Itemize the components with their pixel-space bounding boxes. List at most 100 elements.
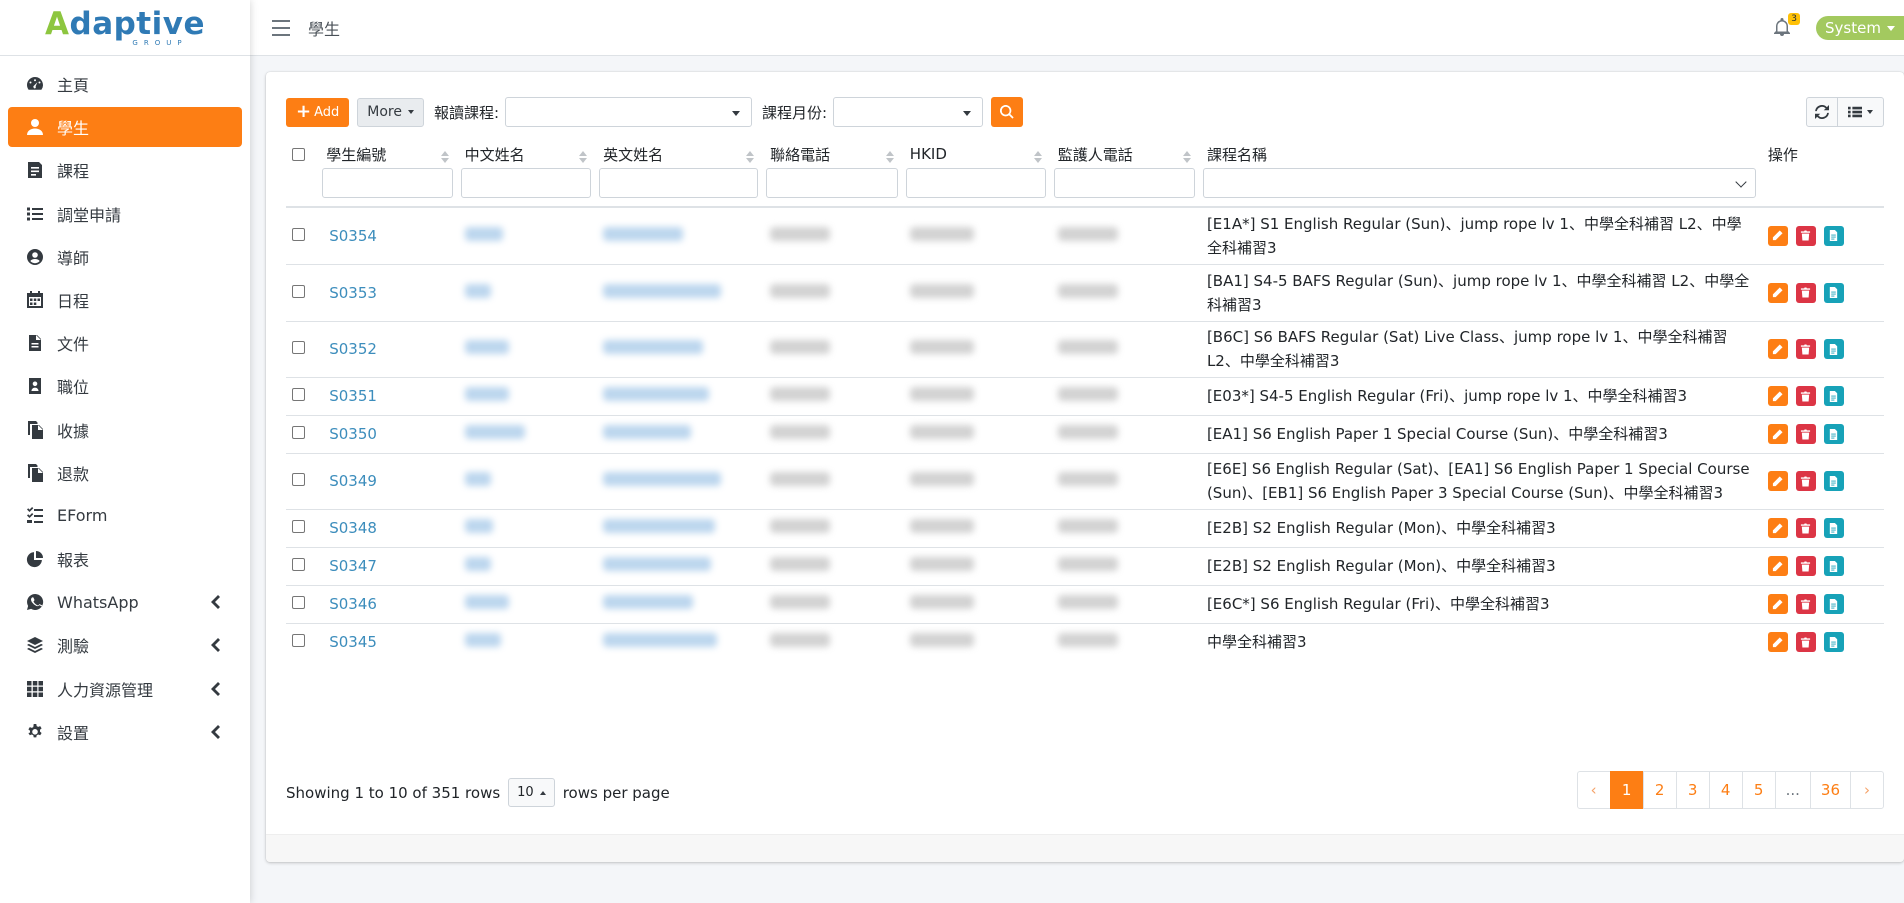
english-name-redacted[interactable] [603,633,718,648]
english-name-redacted[interactable] [603,472,722,486]
delete-button[interactable] [1795,632,1816,653]
english-name-redacted[interactable] [603,557,712,571]
chinese-name-redacted[interactable] [464,340,509,354]
student-id-link[interactable]: S0351 [329,387,377,405]
chinese-name-redacted[interactable] [464,425,525,439]
sidebar-item-7[interactable]: 職位 [8,366,242,406]
student-id-link[interactable]: S0347 [329,557,377,575]
edit-button[interactable] [1767,339,1788,359]
student-id-link[interactable]: S0346 [329,595,377,613]
page-button[interactable]: 36 [1809,771,1851,809]
chinese-name-redacted[interactable] [464,283,491,298]
document-button[interactable] [1823,594,1844,614]
chinese-name-redacted[interactable] [464,472,491,486]
column-hkid[interactable]: HKID [901,140,1050,208]
edit-button[interactable] [1767,386,1788,406]
guardian-phone-filter-input[interactable] [1053,168,1195,198]
delete-button[interactable] [1795,282,1816,303]
user-menu-button[interactable]: System [1816,16,1904,40]
sidebar-item-10[interactable]: EForm [8,496,242,536]
chinese-name-redacted[interactable] [464,226,503,241]
sidebar-item-6[interactable]: 文件 [8,323,242,363]
row-checkbox[interactable] [292,634,305,648]
prev-page-button[interactable]: ‹ [1576,771,1611,809]
english-name-redacted[interactable] [603,595,694,609]
edit-button[interactable] [1767,282,1788,303]
delete-button[interactable] [1795,518,1816,538]
column-phone[interactable]: 聯絡電話 [762,140,902,208]
page-button[interactable]: 1 [1609,771,1644,809]
student-id-filter-input[interactable] [322,168,453,198]
chinese-name-filter-input[interactable] [460,168,592,198]
delete-button[interactable] [1795,424,1816,444]
delete-button[interactable] [1795,471,1816,491]
row-checkbox[interactable] [292,426,305,439]
chinese-name-redacted[interactable] [464,595,509,609]
columns-toggle-button[interactable] [1838,97,1884,127]
more-dropdown-button[interactable]: More [357,97,424,127]
edit-button[interactable] [1767,225,1788,246]
refresh-button[interactable] [1806,97,1838,127]
document-button[interactable] [1823,518,1844,538]
edit-button[interactable] [1767,556,1788,576]
chinese-name-redacted[interactable] [464,519,493,533]
brand-logo[interactable]: Adaptive GROUP [0,0,250,56]
document-button[interactable] [1823,282,1844,303]
sidebar-item-3[interactable]: 調堂申請 [8,194,242,234]
edit-button[interactable] [1767,594,1788,614]
row-checkbox[interactable] [292,341,305,354]
edit-button[interactable] [1767,471,1788,491]
add-button[interactable]: + Add [286,97,350,127]
english-name-redacted[interactable] [603,283,722,298]
row-checkbox[interactable] [292,388,305,401]
student-id-link[interactable]: S0350 [329,425,377,443]
delete-button[interactable] [1795,339,1816,359]
document-button[interactable] [1823,556,1844,576]
document-button[interactable] [1823,225,1844,246]
sidebar-item-15[interactable]: 設置 [8,712,242,752]
student-id-link[interactable]: S0352 [329,340,377,358]
phone-filter-input[interactable] [766,168,898,198]
sidebar-item-2[interactable]: 課程 [8,150,242,190]
sidebar-item-11[interactable]: 報表 [8,539,242,579]
english-name-redacted[interactable] [603,226,684,241]
sidebar-item-0[interactable]: 主頁 [8,64,242,104]
course-name-filter-select[interactable] [1202,168,1756,198]
column-guardian-phone[interactable]: 監護人電話 [1049,140,1199,208]
edit-button[interactable] [1767,518,1788,538]
row-checkbox[interactable] [292,227,305,241]
notification-bell-icon[interactable]: 3 [1774,13,1800,38]
chinese-name-redacted[interactable] [464,387,509,401]
page-button[interactable]: 2 [1642,771,1677,809]
sidebar-item-1[interactable]: 學生 [8,107,242,148]
chinese-name-redacted[interactable] [464,633,501,648]
student-id-link[interactable]: S0353 [329,284,377,302]
column-english-name[interactable]: 英文姓名 [595,140,763,208]
page-button[interactable]: 4 [1708,771,1743,809]
document-button[interactable] [1823,632,1844,653]
chinese-name-redacted[interactable] [464,557,491,571]
document-button[interactable] [1823,339,1844,359]
english-name-filter-input[interactable] [599,168,759,198]
sidebar-item-8[interactable]: 收據 [8,410,242,450]
row-checkbox[interactable] [292,284,305,298]
delete-button[interactable] [1795,594,1816,614]
row-checkbox[interactable] [292,473,305,486]
student-id-link[interactable]: S0349 [329,472,377,490]
sidebar-item-4[interactable]: 導師 [8,237,242,277]
document-button[interactable] [1823,386,1844,406]
sidebar-item-13[interactable]: 測驗 [8,625,242,665]
english-name-redacted[interactable] [603,387,710,401]
edit-button[interactable] [1767,424,1788,444]
delete-button[interactable] [1795,556,1816,576]
delete-button[interactable] [1795,225,1816,246]
sidebar-item-9[interactable]: 退款 [8,453,242,493]
english-name-redacted[interactable] [603,425,692,439]
hkid-filter-input[interactable] [905,168,1046,198]
edit-button[interactable] [1767,632,1788,653]
search-button[interactable] [991,97,1024,127]
next-page-button[interactable]: › [1850,771,1884,809]
delete-button[interactable] [1795,386,1816,406]
sidebar-item-5[interactable]: 日程 [8,280,242,320]
sidebar-item-12[interactable]: WhatsApp [8,582,242,622]
